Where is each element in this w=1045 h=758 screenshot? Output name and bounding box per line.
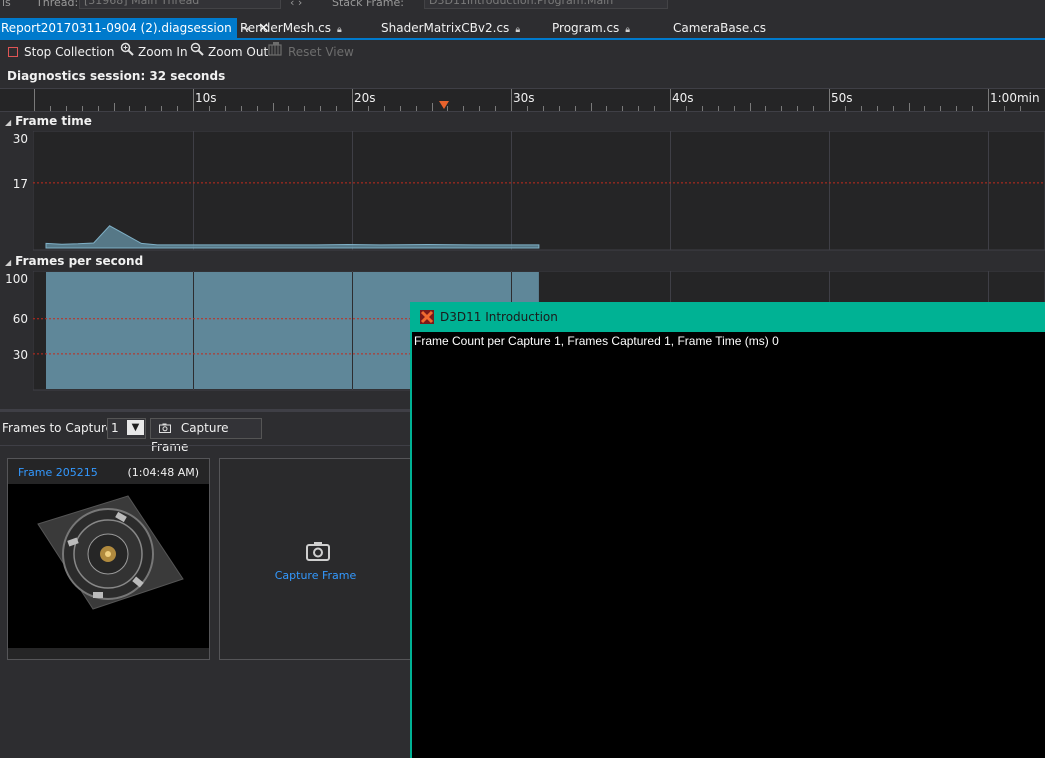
camera-icon	[159, 421, 175, 435]
zoom-out-icon	[190, 41, 204, 63]
ruler-label-40s: 40s	[672, 91, 694, 105]
mesh-preview-graphic	[37, 495, 184, 610]
zoom-out-button[interactable]: Zoom Out	[190, 41, 268, 63]
frame-id-link[interactable]: Frame 205215	[18, 466, 98, 479]
d3d11-window[interactable]: D3D11 Introduction Frame Count per Captu…	[410, 302, 1045, 758]
tab-label: Report20170311-0904 (2).diagsession	[1, 21, 232, 35]
collapse-triangle-icon: ◢	[5, 118, 12, 127]
fps-tick-30: 30	[12, 348, 28, 362]
d3d11-window-titlebar[interactable]: D3D11 Introduction	[412, 302, 1045, 332]
d3d11-window-title: D3D11 Introduction	[440, 310, 558, 324]
tab-camerabase[interactable]: CameraBase.cs	[673, 18, 766, 38]
lock-icon: 🔒︎	[336, 25, 342, 35]
reset-view-label: Reset View	[288, 45, 354, 59]
thread-label: Thread:	[36, 0, 79, 9]
app-icon	[420, 310, 434, 324]
stack-frame-dropdown[interactable]: D3D11Introduction.Program.Main	[424, 0, 668, 9]
frame-preview-image[interactable]	[8, 484, 209, 648]
frame-time-title: Frame time	[15, 114, 92, 128]
fps-header[interactable]: ◢ Frames per second	[5, 254, 143, 268]
frame-time-chart[interactable]	[33, 131, 1045, 251]
stop-collection-label: Stop Collection	[24, 45, 115, 59]
capture-frame-button[interactable]: Capture Frame	[150, 418, 262, 454]
tab-rendermesh[interactable]: RenderMesh.cs 🔒︎	[240, 18, 342, 38]
frame-time-tick-17: 17	[12, 177, 28, 191]
frames-to-capture-label: Frames to Capture:	[2, 421, 118, 435]
ruler-label-20s: 20s	[354, 91, 376, 105]
lock-icon: 🔒︎	[625, 25, 631, 35]
frame-time-header[interactable]: ◢ Frame time	[5, 114, 92, 128]
tab-label: ShaderMatrixCBv2.cs	[381, 21, 510, 35]
lock-icon: 🔒︎	[515, 25, 521, 35]
capture-frame-card[interactable]: Capture Frame	[219, 458, 412, 660]
fps-tick-60: 60	[12, 312, 28, 326]
frame-time-tick-30: 30	[12, 132, 28, 146]
frames-to-capture-value: 1	[111, 421, 119, 435]
ruler-label-1min: 1:00min	[990, 91, 1040, 105]
fps-tick-100: 100	[5, 272, 28, 286]
top-debug-strip: ls Thread: [31968] Main Thread ‹ › Stack…	[0, 0, 1045, 10]
camera-icon	[306, 541, 330, 564]
current-time-marker[interactable]	[439, 101, 449, 109]
stop-icon	[8, 47, 18, 57]
zoom-in-icon	[120, 41, 134, 63]
capture-frame-link[interactable]: Capture Frame	[220, 569, 411, 582]
tab-shadermatrix[interactable]: ShaderMatrixCBv2.cs 🔒︎	[381, 18, 520, 38]
stack-frame-label: Stack Frame:	[332, 0, 404, 9]
zoom-in-button[interactable]: Zoom In	[120, 41, 188, 63]
strip-left-label: ls	[2, 0, 11, 9]
d3d11-overlay-text: Frame Count per Capture 1, Frames Captur…	[414, 334, 779, 348]
tab-program[interactable]: Program.cs 🔒︎	[552, 18, 630, 38]
tab-label: RenderMesh.cs	[240, 21, 331, 35]
stop-collection-button[interactable]: Stop Collection	[8, 41, 114, 63]
collapse-triangle-icon: ◢	[5, 258, 12, 267]
tab-diagsession[interactable]: Report20170311-0904 (2).diagsession ⊸ ✕	[0, 18, 269, 38]
document-tab-bar: Report20170311-0904 (2).diagsession ⊸ ✕ Re…	[0, 18, 1045, 40]
ruler-label-30s: 30s	[513, 91, 535, 105]
diagnostics-toolbar: Stop Collection Zoom In Zoom Out Reset V…	[0, 41, 1045, 65]
frames-to-capture-select[interactable]: 1 ▼	[107, 418, 146, 439]
capture-bar: Frames to Capture: 1 ▼ Capture Frame	[0, 417, 410, 454]
chevron-down-icon[interactable]: ▼	[127, 420, 144, 435]
reset-view-icon	[268, 41, 284, 63]
zoom-in-label: Zoom In	[138, 45, 188, 59]
captured-frame-card[interactable]: Frame 205215 (1:04:48 AM)	[7, 458, 210, 660]
reset-view-button[interactable]: Reset View	[268, 41, 354, 63]
frame-timestamp: (1:04:48 AM)	[127, 466, 200, 479]
tab-label: Program.cs	[552, 21, 620, 35]
nav-back-icon[interactable]: ‹ ›	[290, 0, 302, 9]
tab-label: CameraBase.cs	[673, 21, 766, 35]
zoom-out-label: Zoom Out	[208, 45, 269, 59]
splitter[interactable]	[0, 409, 410, 412]
fps-title: Frames per second	[15, 254, 144, 268]
thread-dropdown[interactable]: [31968] Main Thread	[79, 0, 281, 9]
divider	[0, 445, 410, 446]
ruler-label-50s: 50s	[831, 91, 853, 105]
ruler-label-10s: 10s	[195, 91, 217, 105]
timeline-ruler[interactable]: 10s 20s 30s 40s 50s 1:00min	[0, 88, 1045, 112]
session-duration-label: Diagnostics session: 32 seconds	[7, 69, 226, 83]
